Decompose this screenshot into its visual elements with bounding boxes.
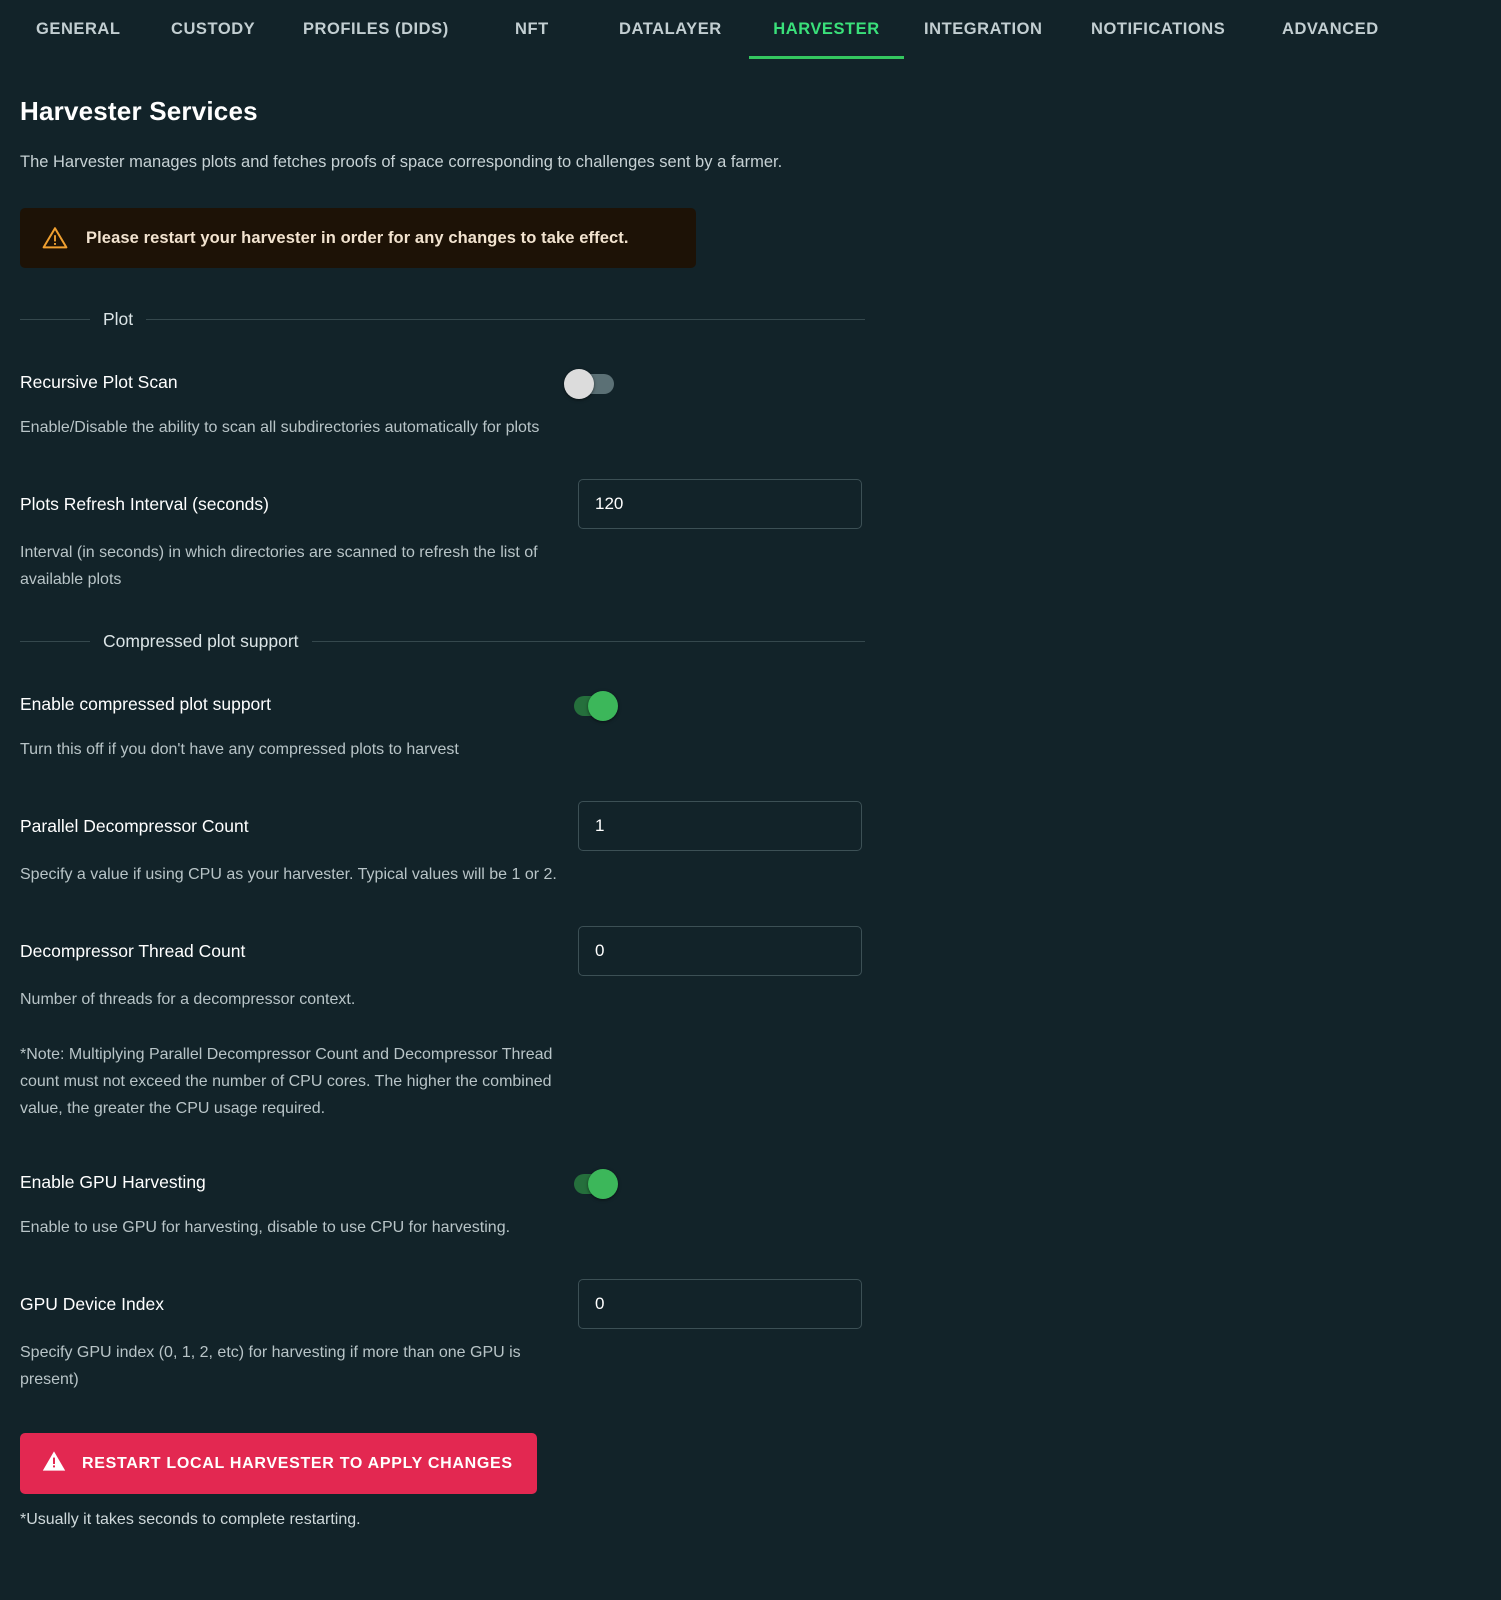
toggle-thumb — [564, 369, 594, 399]
warning-triangle-icon — [42, 226, 68, 250]
tab-general-label: GENERAL — [36, 20, 121, 38]
tab-harvester-label: HARVESTER — [773, 20, 879, 38]
tab-profiles-dids-label: PROFILES (DIDS) — [303, 20, 449, 38]
tab-datalayer-label: DATALAYER — [619, 20, 722, 38]
tab-notifications[interactable]: NOTIFICATIONS — [1091, 20, 1225, 59]
input-parallel-decompressor-count[interactable] — [578, 801, 862, 851]
settings-tab-bar: GENERAL CUSTODY PROFILES (DIDS) NFT DATA… — [0, 0, 1501, 68]
tab-nft-label: NFT — [515, 20, 549, 38]
input-decompressor-thread-count[interactable] — [578, 926, 862, 976]
toggle-enable-compressed-plot-support[interactable] — [560, 685, 622, 723]
warning-triangle-filled-icon — [42, 1450, 66, 1477]
setting-enable-gpu-harvesting: Enable GPU Harvesting Enable to use GPU … — [20, 1160, 1480, 1241]
restart-warning-banner: Please restart your harvester in order f… — [20, 208, 696, 268]
toggle-recursive-plot-scan[interactable] — [560, 363, 622, 401]
restart-note: *Usually it takes seconds to complete re… — [20, 1511, 1480, 1529]
input-plots-refresh-interval[interactable] — [578, 479, 862, 529]
setting-help-parallel-decompressor-count: Specify a value if using CPU as your har… — [20, 861, 580, 888]
setting-label-recursive-plot-scan: Recursive Plot Scan — [20, 370, 560, 394]
divider-line-right — [146, 319, 865, 320]
tab-profiles-dids[interactable]: PROFILES (DIDS) — [303, 20, 449, 59]
tab-integration[interactable]: INTEGRATION — [924, 20, 1043, 59]
setting-label-enable-compressed-plot-support: Enable compressed plot support — [20, 692, 560, 716]
setting-help-plots-refresh-interval: Interval (in seconds) in which directori… — [20, 539, 580, 593]
tab-custody[interactable]: CUSTODY — [171, 20, 255, 59]
tab-nft[interactable]: NFT — [515, 20, 549, 59]
section-label-plot: Plot — [90, 309, 146, 330]
setting-gpu-device-index: GPU Device Index Specify GPU index (0, 1… — [20, 1279, 1480, 1393]
toggle-enable-gpu-harvesting[interactable] — [560, 1163, 622, 1201]
divider-line-right — [312, 641, 865, 642]
tab-notifications-label: NOTIFICATIONS — [1091, 20, 1225, 38]
setting-label-enable-gpu-harvesting: Enable GPU Harvesting — [20, 1170, 560, 1194]
section-divider-plot: Plot — [20, 309, 865, 330]
input-gpu-device-index[interactable] — [578, 1279, 862, 1329]
section-divider-compressed-plot-support: Compressed plot support — [20, 631, 865, 652]
tab-active-underline — [749, 56, 904, 59]
setting-decompressor-thread-count: Decompressor Thread Count Number of thre… — [20, 926, 1480, 1122]
setting-help-decompressor-thread-count: Number of threads for a decompressor con… — [20, 986, 580, 1013]
setting-label-plots-refresh-interval: Plots Refresh Interval (seconds) — [20, 492, 560, 516]
page-title: Harvester Services — [20, 96, 1480, 127]
setting-label-decompressor-thread-count: Decompressor Thread Count — [20, 939, 560, 963]
decompressor-note: *Note: Multiplying Parallel Decompressor… — [20, 1041, 580, 1122]
setting-help-gpu-device-index: Specify GPU index (0, 1, 2, etc) for har… — [20, 1339, 580, 1393]
setting-help-enable-gpu-harvesting: Enable to use GPU for harvesting, disabl… — [20, 1214, 580, 1241]
section-label-compressed-plot-support: Compressed plot support — [90, 631, 312, 652]
divider-line-left — [20, 319, 90, 320]
tab-harvester[interactable]: HARVESTER — [749, 20, 904, 59]
setting-label-gpu-device-index: GPU Device Index — [20, 1292, 560, 1316]
setting-help-recursive-plot-scan: Enable/Disable the ability to scan all s… — [20, 414, 580, 441]
toggle-thumb — [588, 691, 618, 721]
restart-local-harvester-button[interactable]: Restart Local Harvester To Apply Changes — [20, 1433, 537, 1494]
toggle-thumb — [588, 1169, 618, 1199]
setting-plots-refresh-interval: Plots Refresh Interval (seconds) Interva… — [20, 479, 1480, 593]
setting-recursive-plot-scan: Recursive Plot Scan Enable/Disable the a… — [20, 360, 1480, 441]
setting-parallel-decompressor-count: Parallel Decompressor Count Specify a va… — [20, 801, 1480, 888]
tab-general[interactable]: GENERAL — [36, 20, 121, 59]
tab-advanced[interactable]: ADVANCED — [1282, 20, 1379, 59]
tab-datalayer[interactable]: DATALAYER — [619, 20, 722, 59]
setting-label-parallel-decompressor-count: Parallel Decompressor Count — [20, 814, 560, 838]
page-description: The Harvester manages plots and fetches … — [20, 149, 865, 176]
tab-advanced-label: ADVANCED — [1282, 20, 1379, 38]
divider-line-left — [20, 641, 90, 642]
tab-integration-label: INTEGRATION — [924, 20, 1043, 38]
restart-warning-text: Please restart your harvester in order f… — [86, 229, 629, 248]
setting-help-enable-compressed-plot-support: Turn this off if you don't have any comp… — [20, 736, 580, 763]
tab-custody-label: CUSTODY — [171, 20, 255, 38]
harvester-settings-panel: Harvester Services The Harvester manages… — [20, 96, 1480, 1529]
setting-enable-compressed-plot-support: Enable compressed plot support Turn this… — [20, 682, 1480, 763]
restart-button-label: Restart Local Harvester To Apply Changes — [82, 1455, 513, 1473]
